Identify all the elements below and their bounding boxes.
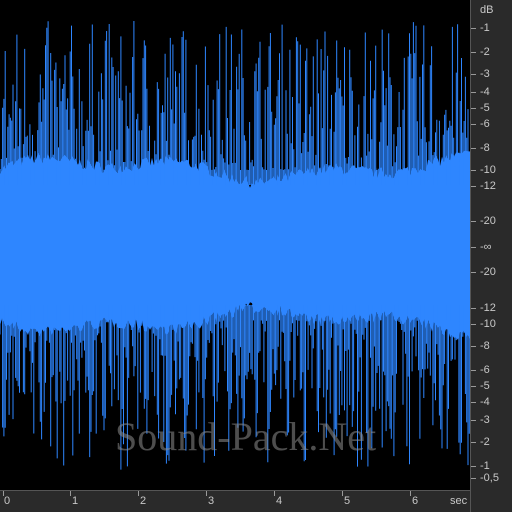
time-unit-label: sec: [450, 495, 468, 507]
db-label: -10: [480, 164, 496, 176]
db-tick: [471, 386, 476, 387]
db-tick: [471, 92, 476, 93]
time-tick: [274, 491, 275, 496]
db-tick: [471, 28, 476, 29]
db-unit-label: dB: [480, 4, 494, 16]
db-label: -1: [480, 22, 490, 34]
db-tick: [471, 478, 476, 479]
db-label: -20: [480, 266, 496, 278]
db-label: -6: [480, 118, 490, 130]
waveform-display[interactable]: [0, 0, 470, 490]
time-tick: [138, 491, 139, 496]
db-tick: [471, 324, 476, 325]
time-label: 3: [208, 495, 215, 507]
db-label: -6: [480, 364, 490, 376]
db-tick: [471, 402, 476, 403]
db-label: -5: [480, 102, 490, 114]
time-label: 5: [344, 495, 351, 507]
db-tick: [471, 272, 476, 273]
db-label: -12: [480, 302, 496, 314]
time-tick: [410, 491, 411, 496]
db-scale-ruler: dB -1 -2 -3 -4 -5 -6 -8 -10 -12 -20 -∞ -…: [470, 0, 512, 512]
db-label: -2: [480, 436, 490, 448]
db-tick: [471, 52, 476, 53]
db-tick: [471, 186, 476, 187]
time-tick: [206, 491, 207, 496]
time-label: 4: [276, 495, 283, 507]
db-label: -2: [480, 46, 490, 58]
db-tick: [471, 466, 476, 467]
db-tick: [471, 108, 476, 109]
db-tick: [471, 370, 476, 371]
db-label: -4: [480, 396, 490, 408]
db-label: -8: [480, 340, 490, 352]
db-tick: [471, 221, 476, 222]
time-label: 1: [72, 495, 79, 507]
db-label: -5: [480, 380, 490, 392]
db-label: -4: [480, 86, 490, 98]
db-label: -3: [480, 414, 490, 426]
waveform-svg: [0, 21, 470, 470]
db-label: -3: [480, 68, 490, 80]
time-label: 6: [412, 495, 419, 507]
db-label: -8: [480, 142, 490, 154]
db-tick: [471, 308, 476, 309]
db-tick: [471, 346, 476, 347]
time-tick: [342, 491, 343, 496]
time-tick: [70, 491, 71, 496]
db-label: -0,5: [480, 472, 499, 484]
time-label: 2: [140, 495, 147, 507]
db-label: -10: [480, 318, 496, 330]
db-label: -12: [480, 180, 496, 192]
db-tick: [471, 148, 476, 149]
db-tick: [471, 74, 476, 75]
db-label: -∞: [480, 241, 492, 253]
db-label: -1: [480, 460, 490, 472]
db-label: -20: [480, 215, 496, 227]
db-tick: [471, 170, 476, 171]
time-label: 0: [4, 495, 11, 507]
db-tick: [471, 420, 476, 421]
db-tick: [471, 247, 476, 248]
time-axis-ruler[interactable]: 0 1 2 3 4 5 6 sec: [0, 490, 470, 512]
db-tick: [471, 442, 476, 443]
db-tick: [471, 124, 476, 125]
